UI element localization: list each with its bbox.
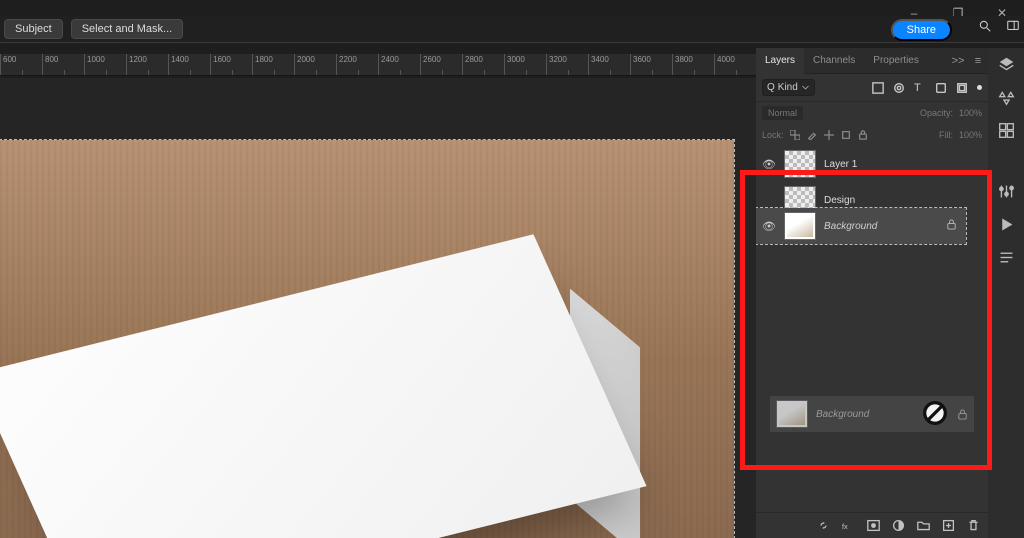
ruler-tick: 1600 xyxy=(210,54,252,75)
layers-panel: Layers Channels Properties >> ≡ Q Kind T xyxy=(756,48,988,538)
lock-label: Lock: xyxy=(762,130,784,140)
filter-shape-icon[interactable] xyxy=(935,82,947,94)
ruler-tick: 4000 xyxy=(714,54,756,75)
lock-all-icon[interactable] xyxy=(858,130,868,140)
filter-adjustment-icon[interactable] xyxy=(893,82,905,94)
visibility-eye-icon[interactable]: 👁 xyxy=(762,158,776,171)
collapsed-panels-strip xyxy=(988,48,1024,538)
ruler-tick: 3000 xyxy=(504,54,546,75)
group-icon[interactable] xyxy=(917,519,930,532)
ruler-tick: 600 xyxy=(0,54,42,75)
top-right-icons xyxy=(978,19,1020,33)
layer-thumbnail[interactable] xyxy=(784,150,816,178)
filter-kind-dropdown[interactable]: Q Kind xyxy=(762,79,815,96)
layer-fx-icon[interactable]: fx xyxy=(842,519,855,532)
link-layers-icon[interactable] xyxy=(817,519,830,532)
divider xyxy=(0,42,1024,43)
blend-mode-dropdown[interactable]: Normal xyxy=(762,106,803,120)
layer-footer-icons: fx xyxy=(756,512,988,538)
layer-name[interactable]: Layer 1 xyxy=(824,159,960,170)
tab-properties[interactable]: Properties xyxy=(864,48,928,74)
options-bar: Subject Select and Mask... xyxy=(0,16,1024,42)
ruler-tick: 800 xyxy=(42,54,84,75)
fill-value[interactable]: 100% xyxy=(959,130,982,140)
lock-artboard-icon[interactable] xyxy=(841,130,851,140)
filter-smartobject-icon[interactable] xyxy=(956,82,968,94)
ruler-tick: 1400 xyxy=(168,54,210,75)
opacity-value[interactable]: 100% xyxy=(959,108,982,118)
svg-text:fx: fx xyxy=(842,522,848,531)
opacity-label: Opacity: xyxy=(920,108,953,118)
select-and-mask-button[interactable]: Select and Mask... xyxy=(71,19,184,39)
layer-thumbnail[interactable] xyxy=(784,186,816,214)
canvas-area xyxy=(0,78,756,538)
layers-list: 👁 Layer 1 Design 👁 Background fx xyxy=(756,146,988,538)
chevron-down-icon xyxy=(801,83,810,92)
swatches-icon[interactable] xyxy=(998,122,1015,139)
visibility-eye-icon[interactable]: 👁 xyxy=(762,220,776,233)
white-box-product xyxy=(10,200,650,538)
search-icon[interactable] xyxy=(978,19,992,33)
no-drop-cursor-icon xyxy=(920,398,950,428)
layers-stack-icon[interactable] xyxy=(998,56,1015,73)
ruler-tick: 2200 xyxy=(336,54,378,75)
filter-toggle-dot[interactable] xyxy=(977,85,982,90)
right-panel-column: Layers Channels Properties >> ≡ Q Kind T xyxy=(756,48,1024,538)
tab-layers[interactable]: Layers xyxy=(756,48,804,74)
document-canvas[interactable] xyxy=(0,140,734,538)
blend-opacity-row: Normal Opacity: 100% xyxy=(756,102,988,124)
ruler-tick: 1000 xyxy=(84,54,126,75)
ruler-tick: 1800 xyxy=(252,54,294,75)
filter-pixel-icon[interactable] xyxy=(872,82,884,94)
paragraph-icon[interactable] xyxy=(998,249,1015,266)
ruler-tick: 1200 xyxy=(126,54,168,75)
lock-position-icon[interactable] xyxy=(824,130,834,140)
workspace-icon[interactable] xyxy=(1006,19,1020,33)
panel-tabs: Layers Channels Properties >> ≡ xyxy=(756,48,988,74)
ruler-tick: 2600 xyxy=(420,54,462,75)
layer-filter-row: Q Kind T xyxy=(756,74,988,102)
layer-name[interactable]: Design xyxy=(824,195,960,206)
layer-row[interactable]: 👁 Layer 1 xyxy=(756,146,988,182)
lock-transparency-icon[interactable] xyxy=(790,130,800,140)
select-subject-button[interactable]: Subject xyxy=(4,19,63,39)
fill-label: Fill: xyxy=(939,130,953,140)
tab-channels[interactable]: Channels xyxy=(804,48,864,74)
lock-fill-row: Lock: Fill: 100% xyxy=(756,124,988,146)
adjustment-layer-icon[interactable] xyxy=(892,519,905,532)
panel-menu-icon[interactable]: ≡ xyxy=(968,55,988,67)
lock-brush-icon[interactable] xyxy=(807,130,817,140)
ruler-tick: 2400 xyxy=(378,54,420,75)
add-mask-icon[interactable] xyxy=(867,519,880,532)
ruler-tick: 2800 xyxy=(462,54,504,75)
adjust-icon[interactable] xyxy=(998,183,1015,200)
ruler-tick: 3400 xyxy=(588,54,630,75)
ruler-tick: 3800 xyxy=(672,54,714,75)
ruler-tick: 2000 xyxy=(294,54,336,75)
panel-collapse-icon[interactable]: >> xyxy=(948,55,968,67)
kind-label: Kind xyxy=(778,82,798,93)
lock-icon xyxy=(957,409,968,420)
layer-row[interactable]: Design xyxy=(756,182,988,218)
layer-lock-icon xyxy=(946,219,960,233)
horizontal-ruler: 6008001000120014001600180020002200240026… xyxy=(0,54,756,76)
search-glyph: Q xyxy=(767,82,775,93)
play-icon[interactable] xyxy=(998,216,1015,233)
layer-name[interactable]: Background xyxy=(824,221,938,232)
ruler-tick: 3600 xyxy=(630,54,672,75)
share-button[interactable]: Share xyxy=(891,19,952,41)
new-layer-icon[interactable] xyxy=(942,519,955,532)
filter-type-icon[interactable]: T xyxy=(914,82,926,94)
trash-icon[interactable] xyxy=(967,519,980,532)
ghost-thumbnail xyxy=(776,400,808,428)
ruler-tick: 3200 xyxy=(546,54,588,75)
recycle-icon[interactable] xyxy=(998,89,1015,106)
ghost-layer-name: Background xyxy=(816,409,869,420)
